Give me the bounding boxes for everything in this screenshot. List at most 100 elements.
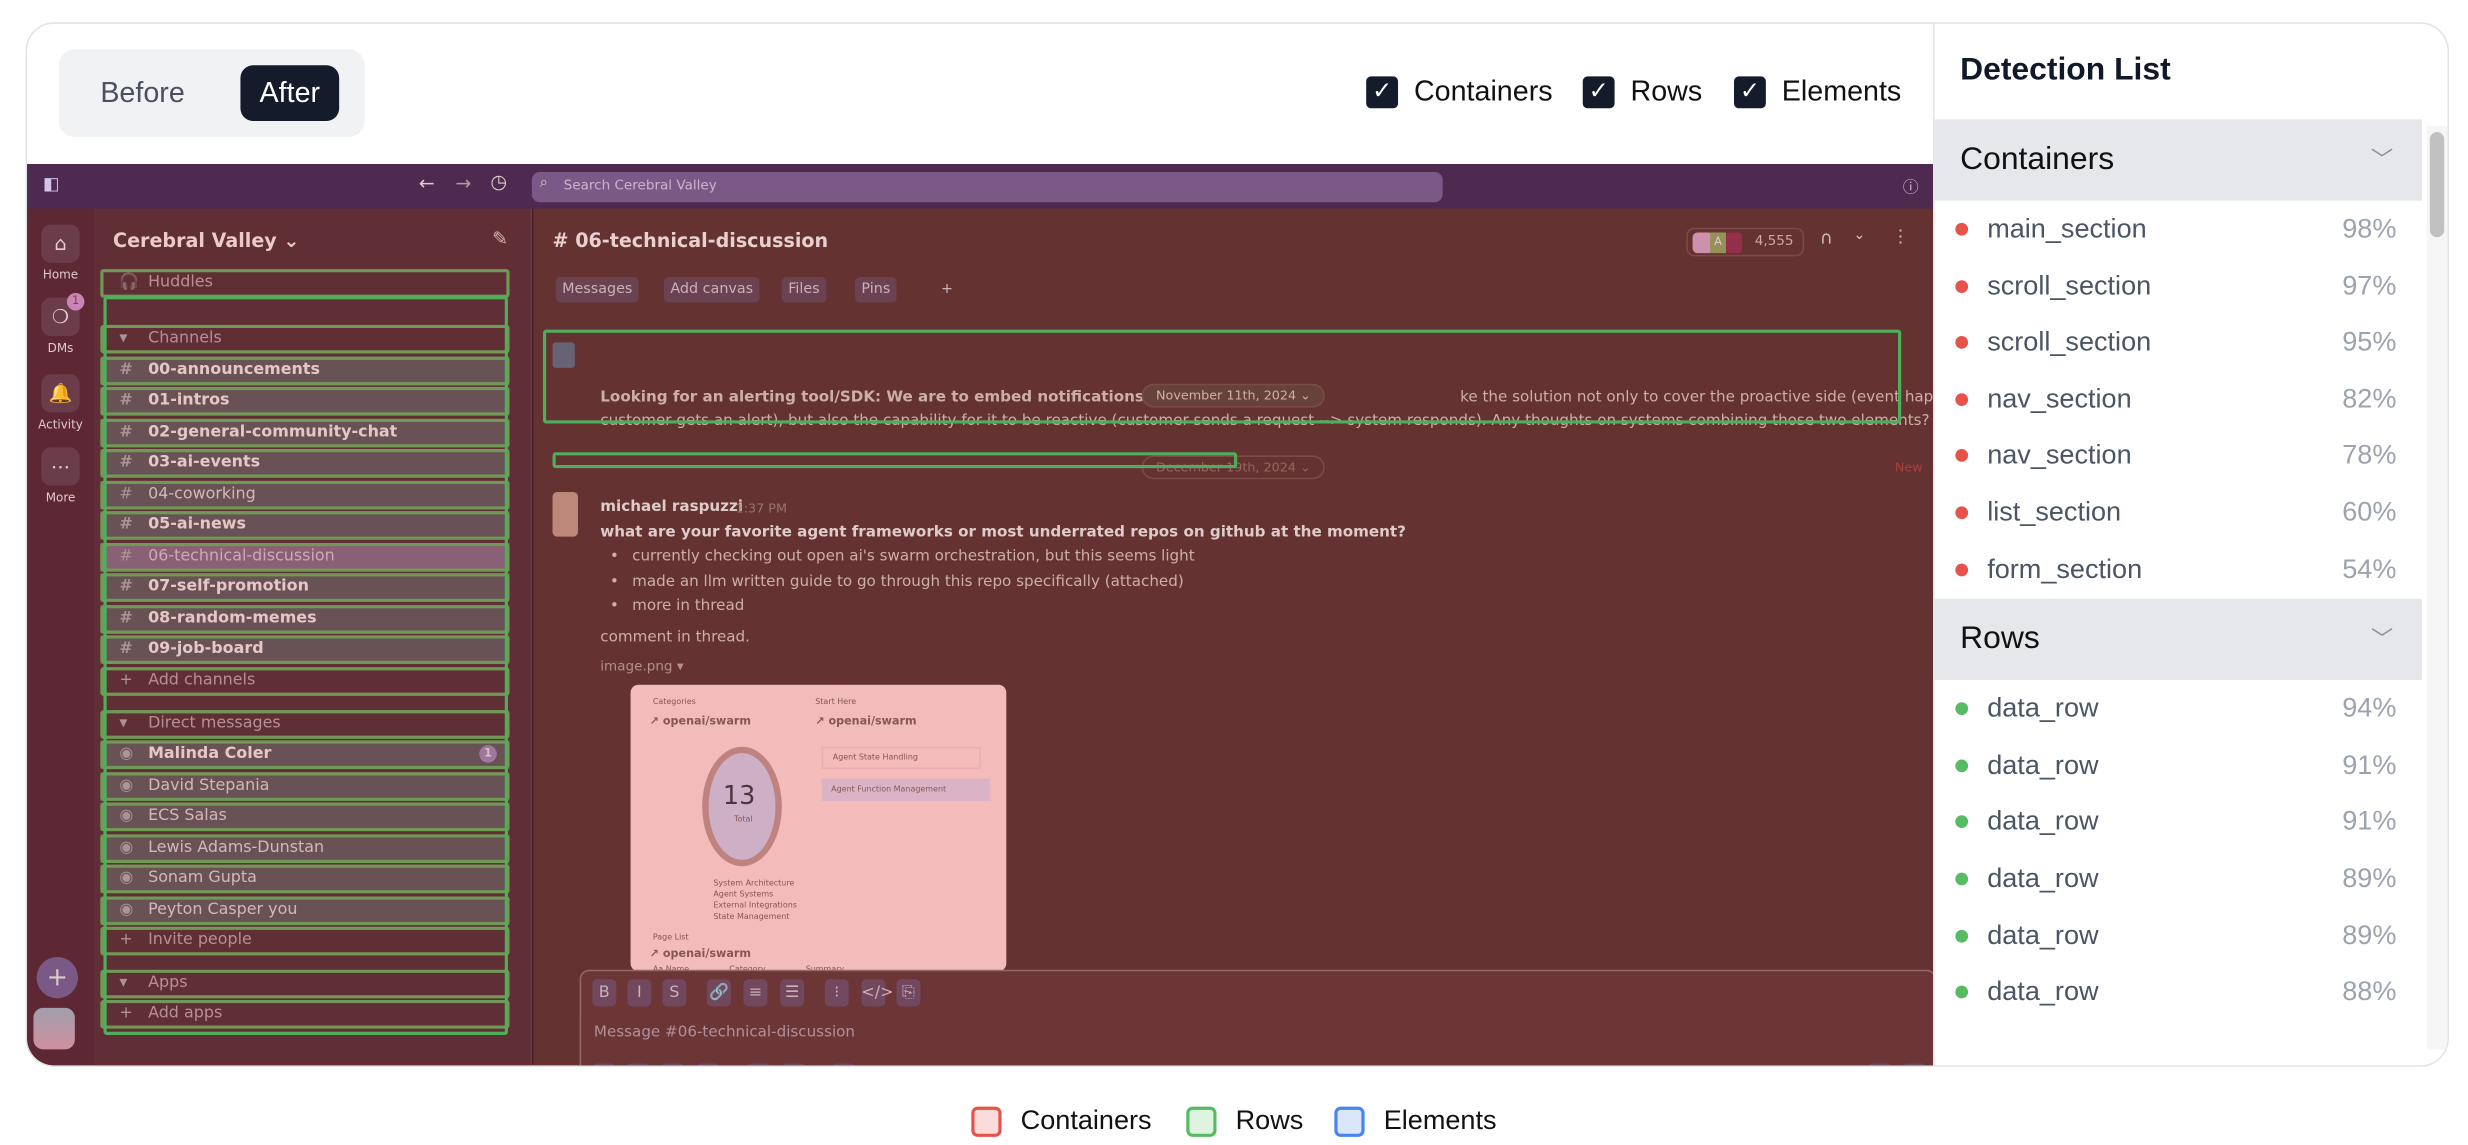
before-button[interactable]: Before: [81, 65, 204, 121]
kebab-menu-icon[interactable]: ⋮: [1892, 226, 1910, 247]
slash-command-icon[interactable]: /: [831, 1063, 856, 1066]
ordered-list-icon[interactable]: ≡: [743, 979, 768, 1007]
group-header-rows[interactable]: Rows ﹀: [1934, 599, 2422, 681]
members-button[interactable]: A 4,555: [1686, 227, 1805, 257]
detection-item[interactable]: scroll_section 95%: [1935, 314, 2422, 370]
message-time[interactable]: 1:37 PM: [736, 502, 787, 516]
microphone-icon[interactable]: 🎙: [781, 1063, 806, 1066]
sidebar-item-07-self-promotion[interactable]: #07-self-promotion: [100, 573, 510, 602]
formatting-icon[interactable]: Aa: [625, 1063, 650, 1066]
checkbox-check-icon[interactable]: ✓: [1366, 75, 1399, 108]
detection-item[interactable]: nav_section 78%: [1935, 427, 2422, 483]
search-input[interactable]: Search Cerebral Valley: [531, 171, 1443, 203]
tab--[interactable]: +: [935, 277, 960, 302]
filter-elements[interactable]: ✓ Elements: [1734, 75, 1901, 108]
sidebar-item-david-stepania[interactable]: ◉ David Stepania: [100, 772, 510, 801]
date-divider[interactable]: November 11th, 2024 ⌄: [1141, 383, 1326, 408]
detection-item[interactable]: data_row 94%: [1935, 680, 2422, 736]
strikethrough-icon[interactable]: S: [662, 979, 687, 1007]
group-header-containers[interactable]: Containers ﹀: [1934, 119, 2422, 201]
send-icon[interactable]: ➤: [1867, 1063, 1892, 1066]
sidebar-item-06-technical-discussion[interactable]: #06-technical-discussion: [100, 542, 510, 572]
sidebar-item-ecs-salas[interactable]: ◉ ECS Salas: [100, 802, 510, 832]
bullet-list-icon[interactable]: ☰: [780, 979, 805, 1007]
sidebar-item-malinda-coler[interactable]: ◉ Malinda Coler 1: [100, 740, 510, 770]
italic-icon[interactable]: I: [627, 979, 652, 1007]
detection-item[interactable]: data_row 91%: [1935, 794, 2422, 850]
sidebar-item-05-ai-news[interactable]: #05-ai-news: [100, 511, 510, 540]
rail-item-more[interactable]: ⋯ More: [27, 447, 94, 505]
tab-pins[interactable]: Pins: [855, 277, 897, 303]
detection-item[interactable]: data_row 89%: [1935, 850, 2422, 906]
sidebar-item-invite-people[interactable]: + Invite people: [100, 926, 510, 956]
rail-item-dms[interactable]: ❍ DMs 1: [27, 292, 94, 355]
video-icon[interactable]: ▭: [746, 1063, 771, 1066]
compose-icon[interactable]: ✎: [492, 228, 508, 250]
sidebar-item-00-announcements[interactable]: #00-announcements: [100, 356, 510, 386]
user-avatar[interactable]: [33, 1007, 75, 1050]
sidebar-item-peyton-casper-you[interactable]: ◉ Peyton Casper you: [100, 896, 510, 926]
sidebar-item-08-random-memes[interactable]: #08-random-memes: [100, 605, 510, 634]
attachment-name[interactable]: image.png ▾: [600, 659, 683, 675]
detection-item[interactable]: main_section 98%: [1935, 201, 2422, 257]
detection-item[interactable]: nav_section 82%: [1935, 371, 2422, 427]
sidebar-item-02-general-community-chat[interactable]: #02-general-community-chat: [100, 418, 510, 448]
rail-item-activity[interactable]: 🔔 Activity: [27, 374, 94, 432]
attach-plus-icon[interactable]: +: [592, 1063, 617, 1066]
help-icon[interactable]: ⓘ: [1903, 174, 1919, 198]
sidebar-item-add-apps[interactable]: + Add apps: [100, 999, 510, 1029]
link-icon[interactable]: 🔗: [706, 979, 731, 1007]
history-icon[interactable]: ◷: [490, 170, 507, 192]
code-block-icon[interactable]: ⎘: [896, 979, 921, 1007]
tab-add-canvas[interactable]: Add canvas: [663, 277, 760, 303]
blockquote-icon[interactable]: ⁝: [824, 979, 849, 1007]
mention-icon[interactable]: @: [695, 1063, 720, 1066]
detection-item[interactable]: data_row 88%: [1935, 964, 2422, 1020]
sidebar-item-04-coworking[interactable]: #04-coworking: [100, 480, 510, 510]
sidebar-item-apps[interactable]: ▾ Apps: [100, 969, 510, 999]
checkbox-check-icon[interactable]: ✓: [1734, 75, 1766, 108]
sidebar-item-09-job-board[interactable]: #09-job-board: [100, 635, 510, 664]
workspace-name[interactable]: Cerebral Valley ⌄: [113, 229, 299, 251]
filter-containers[interactable]: ✓ Containers: [1366, 75, 1553, 108]
sidebar-toggle-icon[interactable]: ◧: [43, 174, 60, 195]
tab-files[interactable]: Files: [781, 277, 827, 303]
sidebar-item-huddles[interactable]: 🎧 Huddles: [100, 269, 510, 298]
author-avatar[interactable]: [552, 492, 579, 537]
filter-rows[interactable]: ✓ Rows: [1582, 75, 1702, 108]
chevron-down-icon[interactable]: ﹀: [2371, 119, 2393, 200]
scrollbar-thumb[interactable]: [2429, 132, 2445, 238]
back-arrow-icon[interactable]: ←: [419, 172, 435, 194]
send-options-icon[interactable]: ⌄: [1902, 1063, 1927, 1066]
bold-icon[interactable]: B: [592, 979, 617, 1007]
detection-item[interactable]: list_section 60%: [1935, 484, 2422, 540]
channel-title[interactable]: # 06-technical-discussion: [553, 229, 829, 251]
tab-messages[interactable]: Messages: [555, 277, 639, 303]
code-icon[interactable]: </>: [861, 979, 894, 1007]
detection-item[interactable]: data_row 89%: [1935, 907, 2422, 963]
message-author[interactable]: michael raspuzzi: [600, 498, 743, 516]
date-divider[interactable]: December 19th, 2024 ⌄: [1141, 455, 1325, 480]
image-attachment[interactable]: Categories Start Here ↗ openai/swarm ↗ open…: [630, 684, 1007, 972]
detection-item[interactable]: data_row 91%: [1935, 737, 2422, 793]
sidebar-item-sonam-gupta[interactable]: ◉ Sonam Gupta: [100, 864, 510, 894]
forward-arrow-icon[interactable]: →: [455, 172, 471, 194]
sidebar-item-01-intros[interactable]: #01-intros: [100, 386, 510, 416]
chevron-down-icon[interactable]: ﹀: [2371, 599, 2393, 680]
emoji-icon[interactable]: ☺: [660, 1063, 685, 1066]
checkbox-check-icon[interactable]: ✓: [1582, 75, 1615, 108]
sidebar-item-channels[interactable]: ▾ Channels: [100, 324, 510, 354]
detection-item[interactable]: scroll_section 97%: [1935, 257, 2422, 313]
sidebar-item-03-ai-events[interactable]: #03-ai-events: [100, 449, 510, 478]
rail-item-home[interactable]: ⌂ Home: [27, 224, 94, 282]
scrollbar[interactable]: [2426, 125, 2448, 1050]
sidebar-item-add-channels[interactable]: + Add channels: [100, 667, 510, 696]
sidebar-item-direct-messages[interactable]: ▾ Direct messages: [100, 710, 510, 739]
sidebar-item-lewis-adams-dunstan[interactable]: ◉ Lewis Adams-Dunstan: [100, 834, 510, 864]
chevron-down-icon[interactable]: ⌄: [1853, 228, 1865, 244]
message-input[interactable]: Message #06-technical-discussion: [594, 1024, 855, 1042]
detection-item[interactable]: form_section 54%: [1935, 541, 2422, 597]
after-button[interactable]: After: [240, 65, 340, 122]
add-workspace-button[interactable]: +: [36, 956, 79, 999]
headphones-icon[interactable]: ∩: [1820, 228, 1833, 249]
